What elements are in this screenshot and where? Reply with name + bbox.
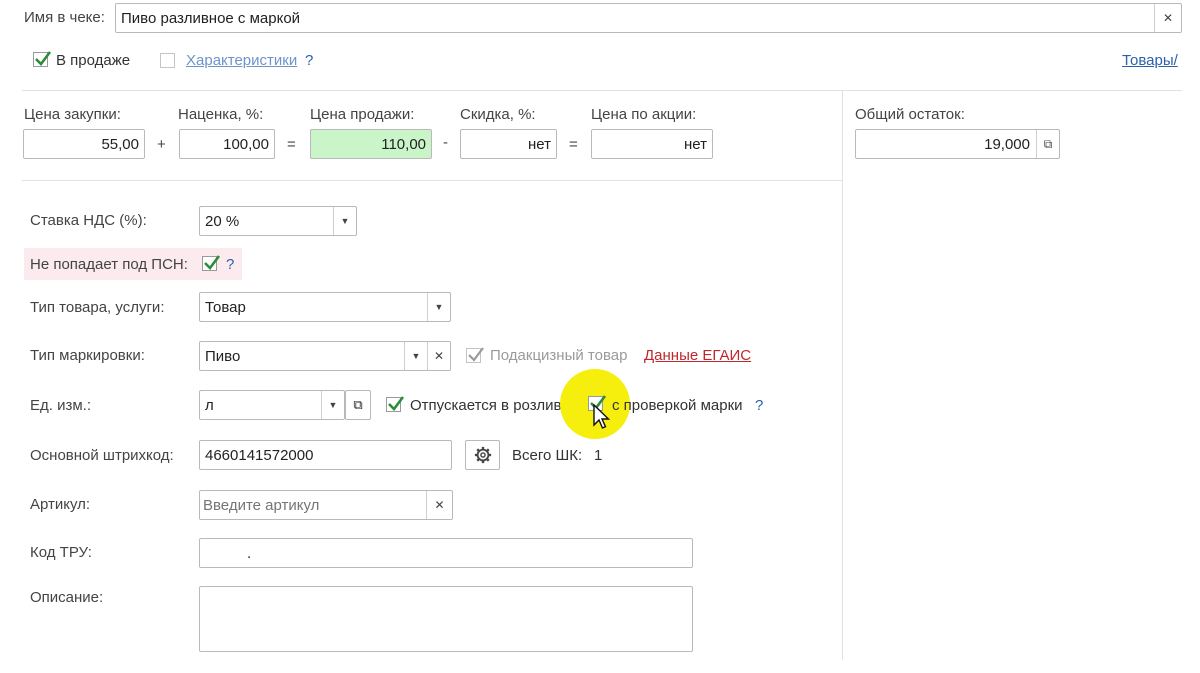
purchase-price-value: 55,00 [101, 135, 139, 153]
divider-prices [22, 180, 842, 181]
characteristics-checkbox[interactable] [160, 53, 175, 68]
item-type-select[interactable]: Товар ▼ [199, 292, 451, 322]
draft-checkbox[interactable] [386, 396, 405, 412]
receipt-name-label: Имя в чеке: [24, 9, 105, 26]
purchase-price-label: Цена закупки: [24, 106, 121, 123]
article-label: Артикул: [30, 496, 91, 513]
unit-select[interactable]: л ▼ [199, 390, 345, 420]
stock-input[interactable]: 19,000 ⧉ [855, 129, 1060, 159]
clear-icon[interactable]: ✕ [427, 342, 450, 370]
on-sale-checkbox[interactable] [33, 51, 52, 67]
mouse-pointer-icon [593, 404, 611, 429]
equals-sign: = [287, 136, 296, 153]
psn-label: Не попадает под ПСН: [30, 256, 188, 273]
unit-label: Ед. изм.: [30, 397, 91, 414]
excise-checkbox [466, 347, 484, 363]
markup-input[interactable]: 100,00 [179, 129, 275, 159]
stock-label: Общий остаток: [855, 106, 965, 123]
checkmark-icon [468, 347, 484, 362]
minus-sign: - [443, 134, 448, 151]
characteristics-link[interactable]: Характеристики [186, 52, 297, 69]
dropdown-icon[interactable]: ▼ [321, 391, 344, 419]
open-icon: ⧉ [353, 397, 363, 412]
promo-price-label: Цена по акции: [591, 106, 697, 123]
barcode-value: 4660141572000 [205, 446, 314, 464]
receipt-name-value: Пиво разливное с маркой [121, 9, 301, 27]
promo-price-input[interactable]: нет [591, 129, 713, 159]
discount-label: Скидка, %: [460, 106, 536, 123]
marking-select[interactable]: Пиво ▼ ✕ [199, 341, 451, 371]
dropdown-icon[interactable]: ▼ [427, 293, 450, 321]
description-textarea[interactable] [199, 586, 693, 652]
stock-value: 19,000 [984, 135, 1030, 153]
clear-icon[interactable]: ✕ [426, 491, 452, 519]
check-mark-help-icon[interactable]: ? [755, 397, 763, 414]
promo-price-value: нет [684, 135, 707, 153]
divider-vertical [842, 90, 843, 660]
receipt-name-input[interactable]: Пиво разливное с маркой ✕ [115, 3, 1182, 33]
unit-open-button[interactable]: ⧉ [345, 390, 371, 420]
unit-value: л [205, 396, 214, 414]
item-type-label: Тип товара, услуги: [30, 299, 165, 316]
article-field[interactable]: ✕ [199, 490, 453, 520]
purchase-price-input[interactable]: 55,00 [23, 129, 145, 159]
barcode-label: Основной штрихкод: [30, 447, 174, 464]
psn-help-icon[interactable]: ? [226, 256, 234, 273]
vat-value: 20 % [205, 212, 240, 230]
sale-price-input[interactable]: 110,00 [310, 129, 432, 159]
description-label: Описание: [30, 589, 104, 606]
marking-value: Пиво [205, 347, 241, 365]
barcode-total-value: 1 [594, 447, 603, 464]
checkmark-icon [35, 51, 52, 66]
open-icon[interactable]: ⧉ [1036, 130, 1059, 158]
marking-label: Тип маркировки: [30, 347, 145, 364]
item-type-value: Товар [205, 298, 246, 316]
gear-icon [474, 446, 491, 464]
discount-value: нет [528, 135, 551, 153]
barcode-total-label: Всего ШК: [512, 447, 583, 464]
barcode-input[interactable]: 4660141572000 [199, 440, 452, 470]
tru-input[interactable]: . [199, 538, 693, 568]
barcode-settings-button[interactable] [465, 440, 500, 470]
vat-select[interactable]: 20 % ▼ [199, 206, 357, 236]
dropdown-icon[interactable]: ▼ [333, 207, 356, 235]
checkmark-icon [204, 255, 221, 270]
on-sale-label: В продаже [56, 52, 131, 69]
excise-label: Подакцизный товар [490, 347, 628, 364]
sale-price-value: 110,00 [381, 135, 426, 153]
psn-checkbox[interactable] [202, 255, 221, 271]
markup-value: 100,00 [223, 135, 269, 153]
tru-label: Код ТРУ: [30, 544, 92, 561]
equals-sign-2: = [569, 136, 578, 153]
clear-icon[interactable]: ✕ [1154, 4, 1181, 32]
checkmark-icon [388, 396, 405, 411]
sale-price-label: Цена продажи: [310, 106, 415, 123]
plus-sign: + [157, 136, 166, 153]
check-mark-label: с проверкой марки [612, 397, 743, 414]
markup-label: Наценка, %: [178, 106, 264, 123]
vat-label: Ставка НДС (%): [30, 212, 147, 229]
divider-top [22, 90, 1182, 91]
discount-input[interactable]: нет [460, 129, 557, 159]
goods-link[interactable]: Товары/ [1122, 52, 1178, 69]
article-input[interactable] [200, 492, 426, 518]
characteristics-help-icon[interactable]: ? [305, 52, 313, 69]
dropdown-icon[interactable]: ▼ [404, 342, 427, 370]
egais-link[interactable]: Данные ЕГАИС [644, 347, 751, 364]
tru-value: . [247, 544, 252, 562]
draft-label: Отпускается в розлив [410, 397, 562, 414]
